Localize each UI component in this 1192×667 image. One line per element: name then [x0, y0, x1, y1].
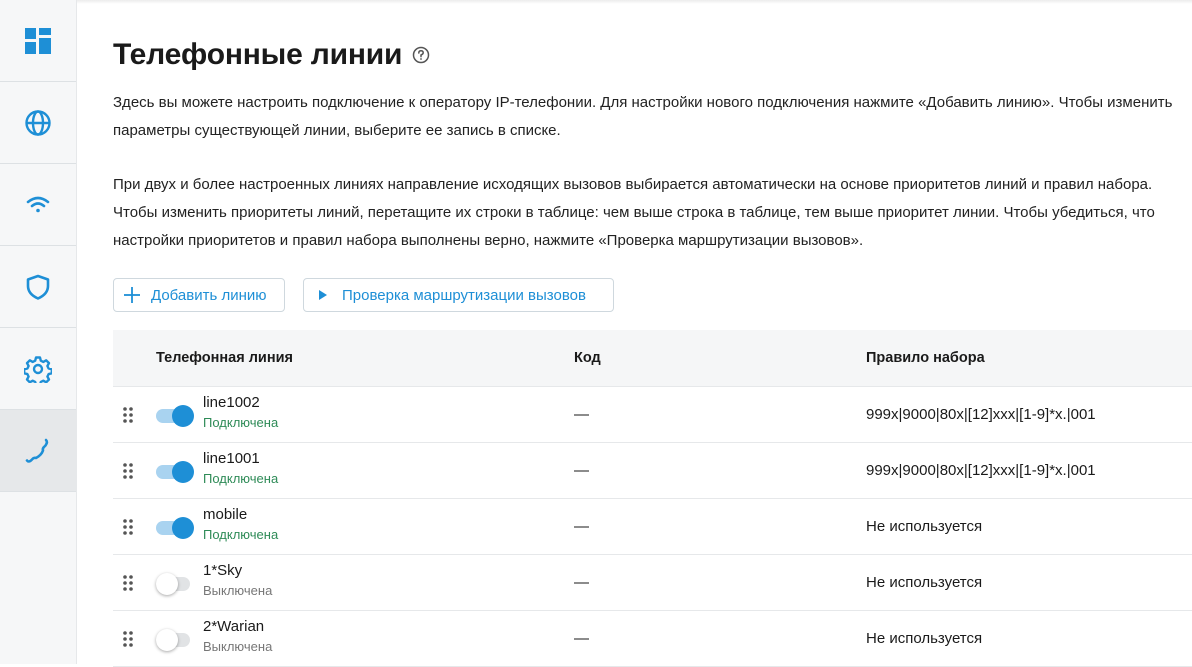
- drag-handle-icon[interactable]: [122, 462, 134, 480]
- sidebar-item-telephony[interactable]: [0, 410, 76, 492]
- drag-handle-icon[interactable]: [122, 406, 134, 424]
- line-rule: 999x|9000|80x|[12]xxx|[1-9]*x.|001: [866, 462, 1096, 479]
- header-code[interactable]: Код: [574, 330, 601, 386]
- wifi-icon: [26, 196, 50, 212]
- gear-icon: [24, 355, 52, 383]
- toggle-knob: [156, 629, 178, 651]
- play-icon: [318, 289, 328, 301]
- table-row[interactable]: line1001 Подключена — 999x|9000|80x|[12]…: [113, 443, 1192, 499]
- table-row[interactable]: 1*Sky Выключена — Не используется: [113, 555, 1192, 611]
- dashboard-icon: [25, 27, 51, 54]
- priority-paragraph: При двух и более настроенных линиях напр…: [113, 176, 1155, 249]
- add-line-label: Добавить линию: [151, 286, 267, 304]
- help-circle-icon[interactable]: [412, 46, 430, 64]
- line-code: —: [574, 574, 589, 591]
- top-shadow: [77, 0, 1192, 4]
- line-status: Подключена: [203, 527, 279, 542]
- table-row[interactable]: mobile Подключена — Не используется: [113, 499, 1192, 555]
- line-code: —: [574, 630, 589, 647]
- table-header: Телефонная линия Код Правило набора: [113, 330, 1192, 387]
- line-name[interactable]: 2*Warian: [203, 618, 264, 635]
- drag-handle-icon[interactable]: [122, 630, 134, 648]
- drag-handle-icon[interactable]: [122, 574, 134, 592]
- header-rule[interactable]: Правило набора: [866, 330, 985, 386]
- sidebar-item-wifi[interactable]: [0, 164, 76, 246]
- line-name[interactable]: line1001: [203, 450, 260, 467]
- sidebar-item-internet[interactable]: [0, 82, 76, 164]
- toggle-knob: [172, 517, 194, 539]
- plus-icon: [123, 286, 141, 304]
- line-rule: Не используется: [866, 574, 983, 591]
- line-rule: Не используется: [866, 630, 983, 647]
- check-routing-label: Проверка маршрутизации вызовов: [342, 286, 586, 304]
- check-routing-button[interactable]: Проверка маршрутизации вызовов: [303, 278, 614, 312]
- phone-icon: [25, 438, 49, 463]
- line-status: Выключена: [203, 639, 273, 654]
- line-toggle[interactable]: [156, 516, 194, 539]
- line-status: Подключена: [203, 471, 279, 486]
- line-name[interactable]: 1*Sky: [203, 562, 242, 579]
- title-row: Телефонные линии: [113, 38, 430, 72]
- toggle-knob: [156, 573, 178, 595]
- sidebar: [0, 0, 77, 664]
- line-code: —: [574, 462, 589, 479]
- line-rule: Не используется: [866, 518, 983, 535]
- line-toggle[interactable]: [156, 628, 194, 651]
- table-row[interactable]: 2*Warian Выключена — Не используется: [113, 611, 1192, 667]
- line-code: —: [574, 406, 589, 423]
- sidebar-item-settings[interactable]: [0, 328, 76, 410]
- header-line[interactable]: Телефонная линия: [156, 330, 293, 386]
- line-rule: 999x|9000|80x|[12]xxx|[1-9]*x.|001: [866, 406, 1096, 423]
- line-toggle[interactable]: [156, 404, 194, 427]
- sidebar-item-security[interactable]: [0, 246, 76, 328]
- add-line-button[interactable]: Добавить линию: [113, 278, 285, 312]
- line-toggle[interactable]: [156, 572, 194, 595]
- toggle-knob: [172, 461, 194, 483]
- line-status: Выключена: [203, 583, 273, 598]
- sidebar-item-dashboard[interactable]: [0, 0, 76, 82]
- intro-paragraph: Здесь вы можете настроить подключение к …: [113, 94, 1173, 139]
- table-body: line1002 Подключена — 999x|9000|80x|[12]…: [113, 387, 1192, 667]
- page-title: Телефонные линии: [113, 38, 403, 71]
- globe-icon: [25, 109, 51, 136]
- drag-handle-icon[interactable]: [122, 518, 134, 536]
- line-name[interactable]: line1002: [203, 394, 260, 411]
- line-status: Подключена: [203, 415, 279, 430]
- line-name[interactable]: mobile: [203, 506, 247, 523]
- lines-table: Телефонная линия Код Правило набора line…: [113, 330, 1192, 667]
- table-row[interactable]: line1002 Подключена — 999x|9000|80x|[12]…: [113, 387, 1192, 443]
- line-code: —: [574, 518, 589, 535]
- toggle-knob: [172, 405, 194, 427]
- line-toggle[interactable]: [156, 460, 194, 483]
- shield-icon: [26, 274, 50, 300]
